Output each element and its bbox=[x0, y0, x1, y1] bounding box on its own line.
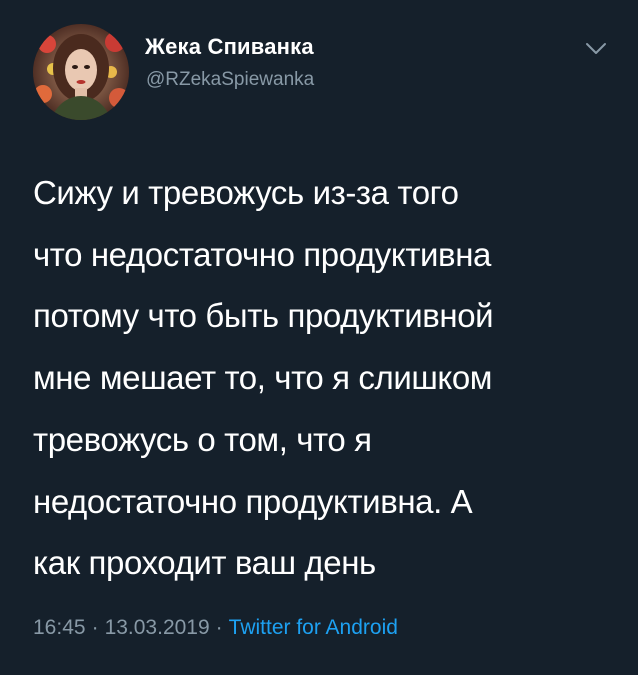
user-handle[interactable]: @RZekaSpiewanka bbox=[146, 69, 314, 91]
tweet-meta: 16:45 · 13.03.2019 · Twitter for Android bbox=[33, 616, 398, 640]
tweet-text-line: как проходит ваш день bbox=[33, 544, 376, 582]
tweet-source-link[interactable]: Twitter for Android bbox=[229, 616, 398, 639]
chevron-down-icon[interactable] bbox=[585, 42, 607, 56]
display-name[interactable]: Жека Спиванка bbox=[145, 34, 314, 60]
tweet-text-line: тревожусь о том, что я bbox=[33, 420, 372, 458]
tweet-text: Сижу и тревожусь из-за того что недостат… bbox=[33, 162, 613, 594]
avatar-portrait-icon bbox=[33, 24, 129, 120]
tweet-text-line: что недостаточно продуктивна bbox=[33, 235, 491, 273]
avatar[interactable] bbox=[33, 24, 129, 120]
tweet-text-line: Сижу и тревожусь из-за того bbox=[33, 174, 459, 211]
tweet-text-line: мне мешает то, что я слишком bbox=[33, 359, 493, 397]
meta-separator: · bbox=[91, 616, 99, 639]
tweet-text-line: потому что быть продуктивной bbox=[33, 297, 494, 335]
tweet-time[interactable]: 16:45 bbox=[33, 616, 86, 639]
tweet-header: Жека Спиванка @RZekaSpiewanka bbox=[0, 0, 638, 130]
tweet-card: Жека Спиванка @RZekaSpiewanka Сижу и тре… bbox=[0, 0, 638, 675]
tweet-date[interactable]: 13.03.2019 bbox=[105, 616, 210, 639]
meta-separator: · bbox=[215, 616, 223, 639]
tweet-text-line: недостаточно продуктивна. А bbox=[33, 482, 473, 520]
